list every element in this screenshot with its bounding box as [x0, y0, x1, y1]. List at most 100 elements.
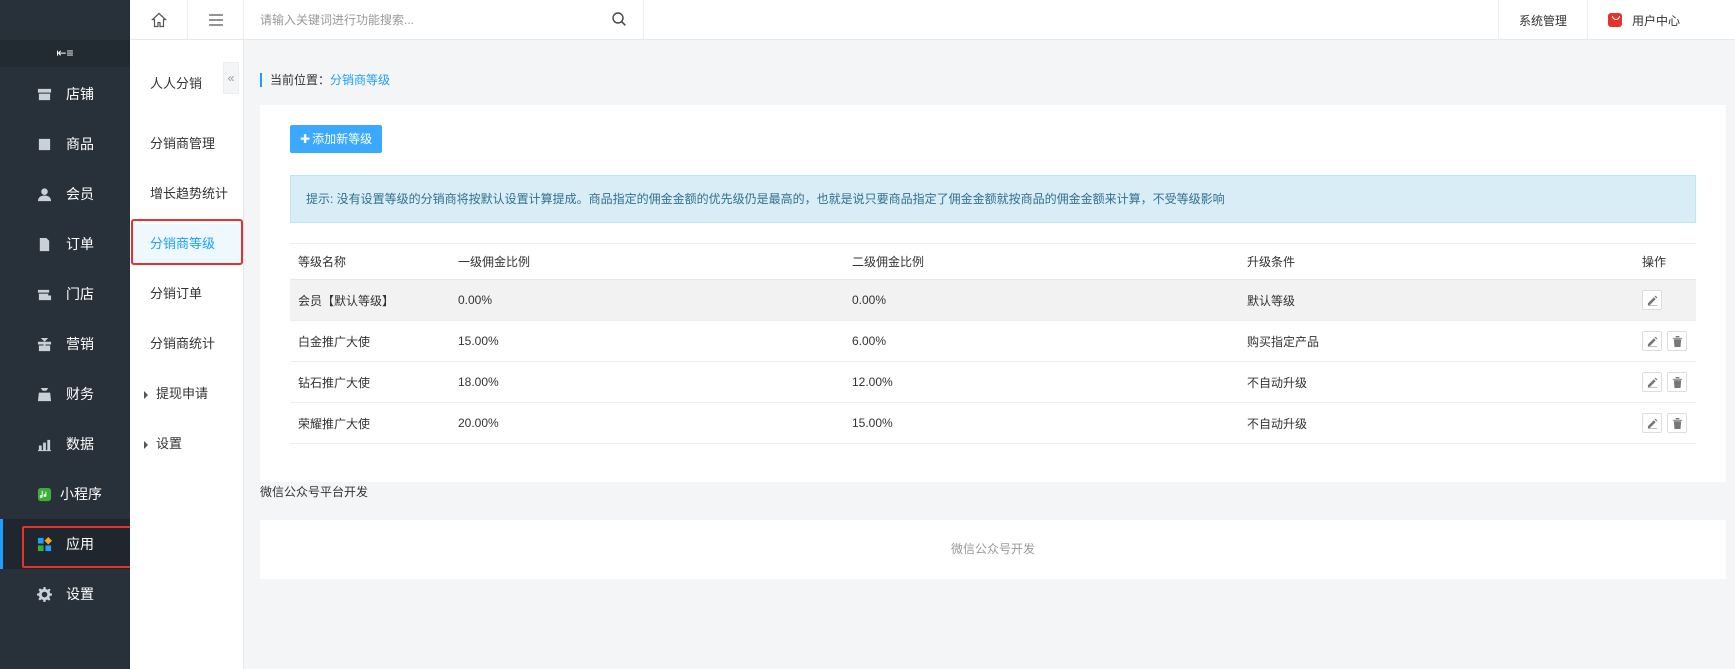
- submenu-item-label: 分销商等级: [150, 236, 216, 251]
- hamburger-menu-icon[interactable]: [188, 0, 244, 40]
- sidebar-menu: 店铺 商品 会员 订单 门店 营销 财务 数据 小程序 应用 设置: [0, 69, 130, 619]
- cell-level2-rate: 6.00%: [844, 320, 1239, 362]
- table-row: 钻石推广大使 18.00% 12.00% 不自动升级: [290, 361, 1696, 403]
- tip-alert: 提示: 没有设置等级的分销商将按默认设置计算提成。商品指定的佣金金额的优先级仍是…: [290, 175, 1696, 223]
- header-actions: 操作: [1634, 243, 1696, 280]
- sidebar-item-label: 设置: [66, 586, 94, 602]
- cell-level-name: 荣耀推广大使: [290, 402, 450, 444]
- sidebar-item-label: 商品: [66, 136, 94, 152]
- cell-level1-rate: 20.00%: [450, 402, 844, 444]
- table-row: 荣耀推广大使 20.00% 15.00% 不自动升级: [290, 402, 1696, 444]
- edit-icon[interactable]: [1642, 372, 1662, 392]
- sidebar-item-label: 门店: [66, 286, 94, 302]
- sidebar-item-label: 营销: [66, 336, 94, 352]
- submenu-item-label: 增长趋势统计: [150, 186, 229, 201]
- trash-icon[interactable]: [1667, 331, 1687, 351]
- sidebar-item-store[interactable]: 店铺: [0, 69, 130, 119]
- cell-actions: [1634, 279, 1696, 321]
- user-center-button[interactable]: 用户中心: [1587, 0, 1735, 40]
- cell-level-name: 白金推广大使: [290, 320, 450, 362]
- chart-icon: [36, 436, 52, 452]
- breadcrumb-prefix: 当前位置：: [270, 73, 331, 87]
- add-level-button[interactable]: ✚ 添加新等级: [290, 125, 383, 153]
- submenu-item-distributor-level[interactable]: 分销商等级: [130, 224, 243, 264]
- submenu-item-distributor-stats[interactable]: 分销商统计: [130, 324, 243, 364]
- submenu-item-settings[interactable]: 设置: [130, 424, 243, 464]
- submenu-item-label: 设置: [156, 436, 183, 451]
- home-icon[interactable]: [130, 0, 188, 40]
- cell-level1-rate: 18.00%: [450, 361, 844, 403]
- sidebar-item-finance[interactable]: 财务: [0, 369, 130, 419]
- collapse-menu-icon[interactable]: ⇤≡: [0, 40, 130, 67]
- level-table: 等级名称 一级佣金比例 二级佣金比例 升级条件 操作 会员【默认等级】 0.00…: [290, 243, 1696, 444]
- sidebar-item-label: 会员: [66, 186, 94, 202]
- submenu-item-label: 提现申请: [156, 386, 209, 401]
- trash-icon[interactable]: [1667, 372, 1687, 392]
- sidebar-item-member[interactable]: 会员: [0, 169, 130, 219]
- header-level2-rate: 二级佣金比例: [844, 243, 1239, 280]
- cell-actions: [1634, 361, 1696, 403]
- submenu-item-distribution-orders[interactable]: 分销订单: [130, 274, 243, 314]
- cell-level1-rate: 0.00%: [450, 279, 844, 321]
- table-header-row: 等级名称 一级佣金比例 二级佣金比例 升级条件 操作: [290, 243, 1696, 280]
- system-manage-button[interactable]: 系统管理: [1497, 0, 1587, 40]
- cell-level-name: 会员【默认等级】: [290, 279, 450, 321]
- cell-actions: [1634, 402, 1696, 444]
- sidebar-item-apps[interactable]: 应用: [0, 519, 130, 569]
- miniprogram-icon: [36, 486, 52, 502]
- product-icon: [36, 136, 52, 152]
- secondary-menu: 人人分销 « 分销商管理 增长趋势统计 分销商等级 分销订单 分销商统计 提现申…: [130, 0, 244, 669]
- cell-level-name: 钻石推广大使: [290, 361, 450, 403]
- cell-upgrade-condition: 不自动升级: [1239, 361, 1634, 403]
- sidebar-item-label: 小程序: [60, 486, 102, 502]
- submenu-item-label: 分销订单: [150, 286, 203, 301]
- system-manage-label: 系统管理: [1518, 13, 1567, 28]
- sidebar-item-label: 订单: [66, 236, 94, 252]
- user-center-label: 用户中心: [1632, 13, 1681, 28]
- cell-upgrade-condition: 默认等级: [1239, 279, 1634, 321]
- sidebar-item-miniprogram[interactable]: 小程序: [0, 469, 130, 519]
- sidebar-item-label: 店铺: [66, 86, 94, 102]
- sidebar-item-product[interactable]: 商品: [0, 119, 130, 169]
- wechat-panel: 微信公众号开发: [260, 520, 1726, 579]
- sidebar-item-marketing[interactable]: 营销: [0, 319, 130, 369]
- gear-icon: [36, 586, 52, 603]
- cell-upgrade-condition: 购买指定产品: [1239, 320, 1634, 362]
- gift-icon: [36, 336, 52, 352]
- edit-icon[interactable]: [1642, 413, 1662, 433]
- table-row: 白金推广大使 15.00% 6.00% 购买指定产品: [290, 320, 1696, 362]
- shop-icon: [36, 286, 52, 302]
- cell-level1-rate: 15.00%: [450, 320, 844, 362]
- apps-icon: [36, 536, 52, 552]
- submenu-item-withdraw[interactable]: 提现申请: [130, 374, 243, 414]
- sidebar-logo-area: [0, 0, 130, 40]
- finance-icon: [36, 386, 52, 402]
- store-icon: [36, 86, 52, 102]
- sidebar-item-order[interactable]: 订单: [0, 219, 130, 269]
- header-level1-rate: 一级佣金比例: [450, 243, 844, 280]
- header-upgrade-condition: 升级条件: [1239, 243, 1634, 280]
- cell-level2-rate: 12.00%: [844, 361, 1239, 403]
- shopping-bag-icon: [1608, 13, 1622, 27]
- cell-level2-rate: 15.00%: [844, 402, 1239, 444]
- wechat-section-label: 微信公众号平台开发: [260, 485, 369, 499]
- search-icon[interactable]: [611, 11, 627, 30]
- trash-icon[interactable]: [1667, 413, 1687, 433]
- sidebar-item-shop[interactable]: 门店: [0, 269, 130, 319]
- cell-upgrade-condition: 不自动升级: [1239, 402, 1634, 444]
- search-input[interactable]: [260, 12, 600, 27]
- edit-icon[interactable]: [1642, 331, 1662, 351]
- add-level-label: 添加新等级: [312, 132, 373, 146]
- search-box: [244, 0, 644, 40]
- breadcrumb-current[interactable]: 分销商等级: [330, 73, 390, 87]
- cell-actions: [1634, 320, 1696, 362]
- table-row: 会员【默认等级】 0.00% 0.00% 默认等级: [290, 279, 1696, 321]
- submenu-item-distributor-manage[interactable]: 分销商管理: [130, 124, 243, 164]
- edit-icon[interactable]: [1642, 290, 1662, 310]
- fold-menu-icon[interactable]: «: [223, 62, 239, 94]
- submenu-item-growth-stats[interactable]: 增长趋势统计: [130, 174, 243, 214]
- top-bar: 系统管理 用户中心: [130, 0, 1735, 40]
- sidebar-item-data[interactable]: 数据: [0, 419, 130, 469]
- sidebar-item-settings[interactable]: 设置: [0, 569, 130, 619]
- submenu-item-label: 分销商统计: [150, 336, 216, 351]
